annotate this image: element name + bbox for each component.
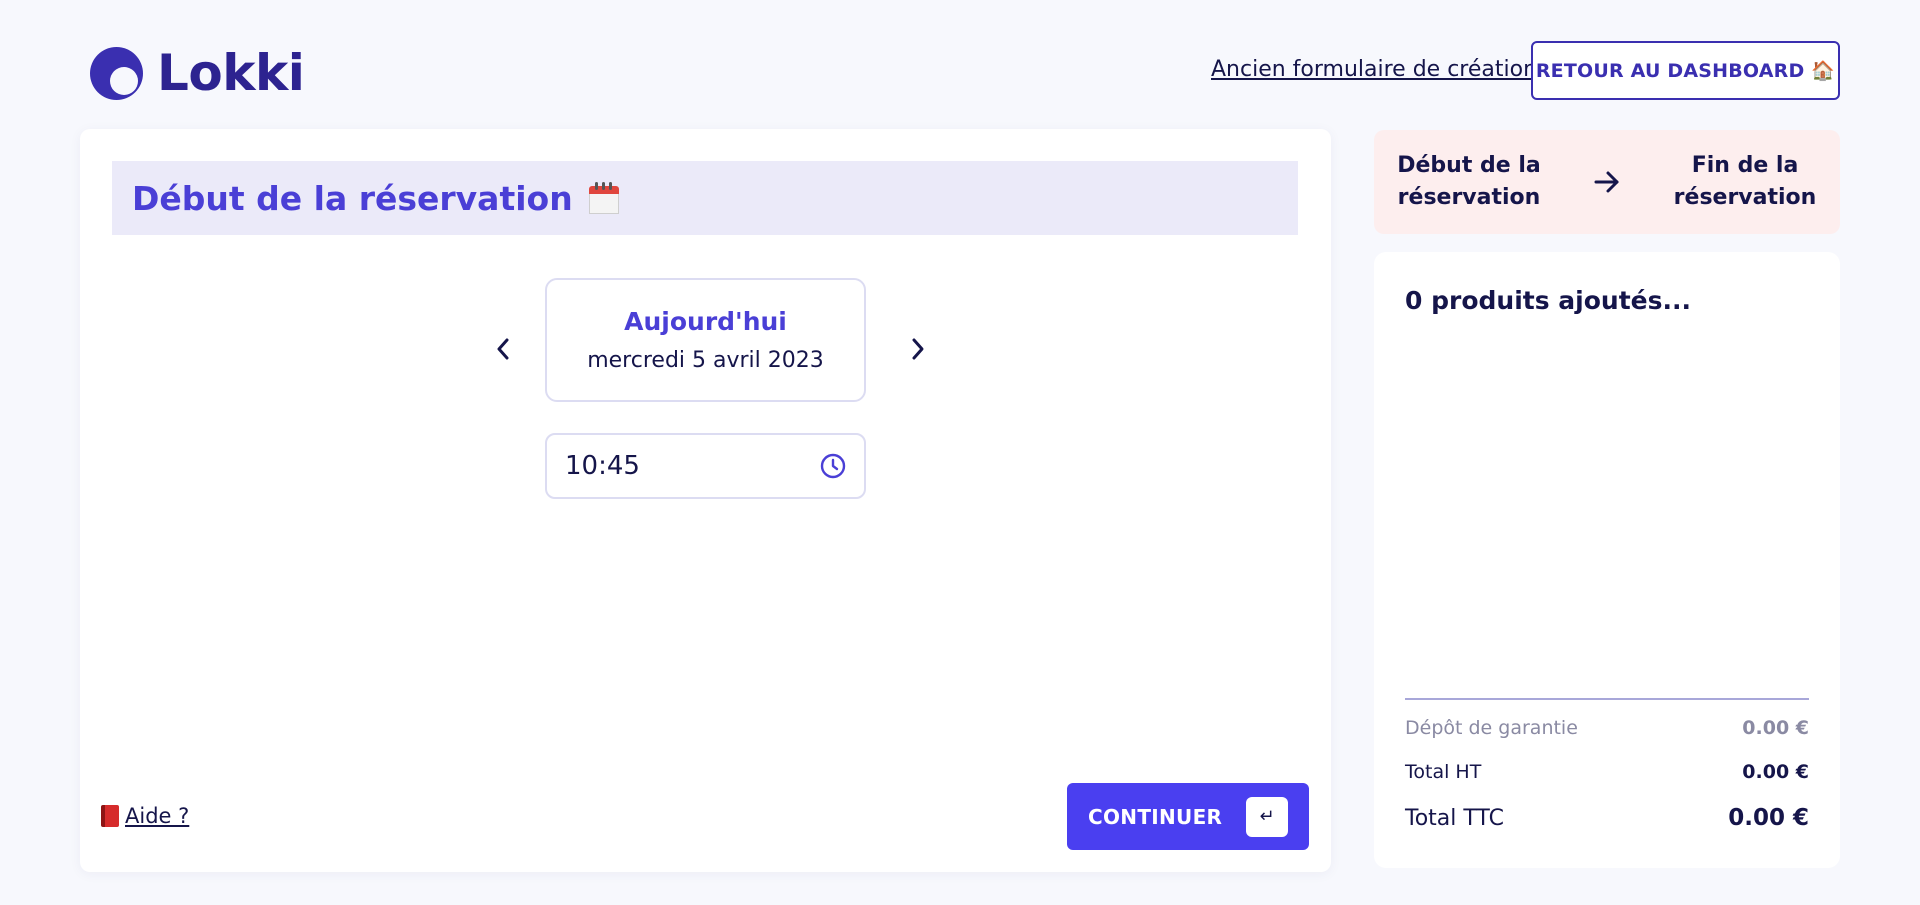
enter-key-icon: ↵ <box>1246 796 1288 837</box>
section-title: Début de la réservation <box>132 178 573 218</box>
time-input[interactable]: 10:45 <box>545 433 866 499</box>
date-full-label: mercredi 5 avril 2023 <box>587 348 824 373</box>
help-link[interactable]: Aide ? <box>101 804 189 828</box>
total-ttc-row: Total TTC 0.00 € <box>1405 805 1809 831</box>
steps-progress: Début de la réservation Fin de la réserv… <box>1374 130 1840 234</box>
deposit-value: 0.00 € <box>1742 717 1809 739</box>
calendar-icon <box>588 182 619 214</box>
old-form-link[interactable]: Ancien formulaire de création <box>1211 57 1537 82</box>
chevron-right-icon <box>912 338 924 360</box>
deposit-label: Dépôt de garantie <box>1405 717 1578 739</box>
clock-icon[interactable] <box>820 453 846 479</box>
previous-day-button[interactable] <box>483 324 523 374</box>
step-end: Fin de la réservation <box>1673 153 1817 210</box>
logo-text: Lokki <box>157 44 305 102</box>
cart-summary: 0 produits ajoutés... Dépôt de garantie … <box>1374 252 1840 868</box>
next-day-button[interactable] <box>898 324 938 374</box>
arrow-right-icon <box>1564 170 1650 194</box>
chevron-left-icon <box>497 338 509 360</box>
top-header: Lokki Ancien formulaire de création RETO… <box>0 0 1920 130</box>
total-ttc-label: Total TTC <box>1405 805 1504 831</box>
step-start: Début de la réservation <box>1397 153 1541 210</box>
total-ttc-value: 0.00 € <box>1728 805 1809 831</box>
cart-divider <box>1405 698 1809 700</box>
back-to-dashboard-button[interactable]: RETOUR AU DASHBOARD 🏠 <box>1531 41 1840 100</box>
total-ht-row: Total HT 0.00 € <box>1405 761 1809 783</box>
logo-mark-icon <box>90 46 143 100</box>
continue-button[interactable]: CONTINUER ↵ <box>1067 783 1309 850</box>
help-link-label: Aide ? <box>125 804 190 828</box>
cart-title: 0 produits ajoutés... <box>1405 286 1691 315</box>
date-relative-label: Aujourd'hui <box>624 307 787 336</box>
logo[interactable]: Lokki <box>90 44 305 102</box>
time-value: 10:45 <box>565 451 640 481</box>
total-ht-value: 0.00 € <box>1742 761 1809 783</box>
total-ht-label: Total HT <box>1405 761 1482 783</box>
book-icon <box>101 805 119 827</box>
date-selector[interactable]: Aujourd'hui mercredi 5 avril 2023 <box>545 278 866 402</box>
reservation-start-card: Début de la réservation Aujourd'hui merc… <box>80 129 1331 872</box>
deposit-row: Dépôt de garantie 0.00 € <box>1405 717 1809 739</box>
section-title-bar: Début de la réservation <box>112 161 1298 235</box>
continue-label: CONTINUER <box>1088 804 1223 829</box>
